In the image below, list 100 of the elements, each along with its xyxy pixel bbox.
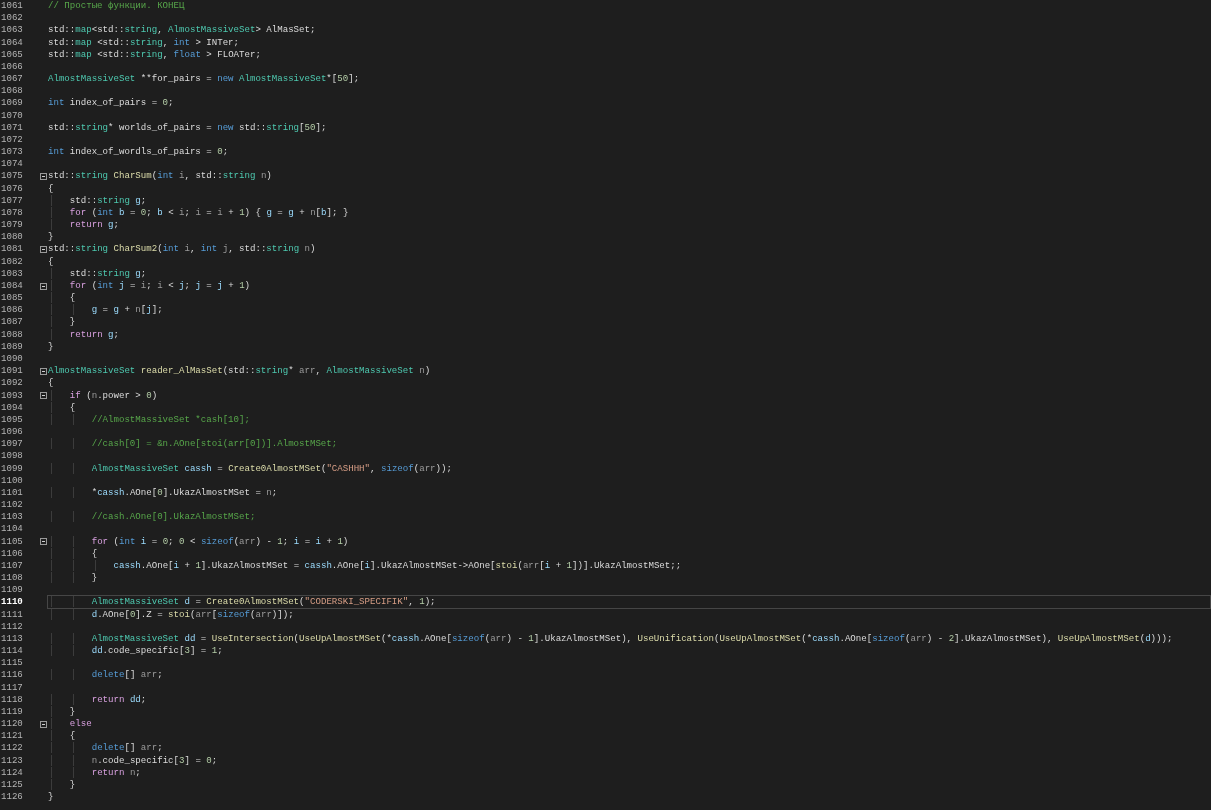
code-line: } — [47, 778, 1211, 792]
code-line: delete[] arr; — [47, 741, 1211, 755]
line-number: 1106 — [0, 547, 24, 560]
code-line: { — [47, 254, 55, 268]
code-line: else — [47, 717, 1211, 731]
line-number: 1115 — [0, 657, 24, 670]
line-number: 1071 — [0, 121, 24, 134]
code-line: std::string* worlds_of_pairs = new std::string[50]; — [47, 120, 328, 134]
code-line: { — [47, 181, 55, 195]
line-number: 1108 — [0, 572, 24, 585]
line-number: 1072 — [0, 133, 24, 147]
line-number: 1076 — [0, 182, 24, 195]
code-line: } — [47, 704, 1211, 719]
code-line: g = g + n[j]; — [47, 303, 1211, 317]
line-number: 1081 — [0, 243, 24, 256]
line-number: 1112 — [0, 620, 24, 633]
code-line: cassh.AOne[i + 1].UkazAlmostMSet = cassh.AOne[i].UkazAlmostMSet->AOne[stoi(arr[i + 1])].UkazAlmostMSet;; — [47, 558, 1211, 573]
code-line: } — [47, 230, 55, 244]
code-line: AlmostMassiveSet dd = UseIntersection(UseUpAlmostMSet(*cassh.AOne[sizeof(arr) - 1].UkazAlmostMSet), UseUnification(UseUpAlmostMSet(*cassh.AOne[sizeof(arr) - 2].UkazAlmostMSet), UseUpAlmostMSet(d))); — [47, 631, 1211, 646]
line-number: 1105 — [0, 535, 24, 548]
code-line: std::string g; — [47, 193, 1211, 207]
code-line: for (int j = i; i < j; j = j + 1) — [47, 278, 1211, 293]
line-number: 1085 — [0, 292, 24, 305]
line-number: 1123 — [0, 754, 24, 767]
line-number: 1067 — [0, 73, 24, 86]
code-line: dd.code_specific[3] = 1; — [47, 644, 1211, 658]
line-number: 1126 — [0, 791, 24, 804]
line-number: 1064 — [0, 36, 24, 49]
code-line: AlmostMassiveSet **for_pairs = new AlmostMassiveSet*[50]; — [47, 72, 361, 86]
line-number: 1098 — [0, 450, 24, 463]
line-number: 1097 — [0, 438, 24, 451]
code-line: { — [47, 729, 1211, 743]
code-line: AlmostMassiveSet cassh = Create0AlmostMSet("CASHHH", sizeof(arr)); — [47, 461, 1211, 475]
line-number: 1100 — [0, 474, 24, 487]
line-number: 1078 — [0, 206, 24, 220]
collapse-icon[interactable] — [40, 173, 47, 180]
line-number: 1066 — [0, 60, 24, 74]
line-number: 1096 — [0, 426, 24, 439]
code-line: // Простые функции. КОНЕЦ — [47, 0, 186, 13]
line-number: 1070 — [0, 109, 24, 122]
code-line: delete[] arr; — [47, 668, 1211, 682]
line-number: 1110 — [0, 596, 24, 609]
collapse-icon[interactable] — [40, 720, 47, 728]
code-line: int index_of_pairs = 0; — [47, 96, 175, 110]
line-number: 1069 — [0, 97, 24, 110]
line-number: 1074 — [0, 158, 24, 171]
line-number: 1079 — [0, 219, 24, 232]
code-line: return g; — [47, 327, 1211, 341]
code-line: for (int b = 0; b < i; i = i + 1) { g = g + n[b]; } — [47, 205, 1211, 220]
code-line: return g; — [47, 218, 1211, 232]
line-number: 1094 — [0, 401, 24, 414]
code-line: //cash.AOne[0].UkazAlmostMSet; — [47, 510, 1211, 524]
line-number: 1090 — [0, 353, 24, 366]
line-number: 1083 — [0, 267, 24, 280]
collapse-icon[interactable] — [40, 538, 47, 546]
code-line: n.code_specific[3] = 0; — [47, 753, 1211, 767]
code-line: AlmostMassiveSet reader_AlMasSet(std::string* arr, AlmostMassiveSet n) — [47, 364, 432, 378]
line-number: 1095 — [0, 413, 24, 426]
line-number: 1113 — [0, 632, 24, 646]
collapse-icon[interactable] — [40, 367, 47, 375]
line-number: 1063 — [0, 24, 24, 37]
line-number: 1082 — [0, 255, 24, 268]
line-number: 1087 — [0, 316, 24, 329]
code-line: int index_of_wordls_of_pairs = 0; — [47, 145, 230, 159]
line-number: 1111 — [0, 608, 24, 621]
code-line: } — [47, 315, 1211, 329]
code-line: //AlmostMassiveSet *cash[10]; — [47, 412, 1211, 426]
code-line: { — [47, 546, 1211, 560]
line-number: 1114 — [0, 645, 24, 658]
line-number: 1062 — [0, 12, 24, 25]
code-line: return dd; — [47, 692, 1211, 706]
line-number: 1116 — [0, 669, 24, 682]
code-line: //cash[0] = &n.AOne[stoi(arr[0])].AlmostMSet; — [47, 437, 1211, 451]
code-line: { — [47, 376, 55, 390]
line-number: 1101 — [0, 486, 24, 500]
line-number: 1091 — [0, 365, 24, 378]
line-number: 1086 — [0, 304, 24, 317]
collapse-icon[interactable] — [40, 392, 47, 400]
line-number: 1125 — [0, 779, 24, 792]
line-number: 1088 — [0, 328, 24, 341]
code-line: } — [47, 571, 1211, 585]
line-number: 1080 — [0, 231, 24, 244]
line-number: 1073 — [0, 146, 24, 159]
line-number: 1104 — [0, 523, 24, 536]
line-number: 1122 — [0, 742, 24, 755]
line-number: 1118 — [0, 693, 24, 706]
code-line: std::map<std::string, AlmostMassiveSet> AlMasSet; — [47, 23, 317, 37]
code-line: if (n.power > 0) — [47, 388, 1211, 402]
code-line: } — [47, 339, 55, 353]
line-number: 1109 — [0, 584, 24, 597]
collapse-icon[interactable] — [40, 282, 47, 290]
code-line: { — [47, 291, 1211, 305]
line-number: 1068 — [0, 85, 24, 98]
line-number: 1102 — [0, 499, 24, 512]
collapse-icon[interactable] — [40, 246, 47, 253]
code-line: std::string g; — [47, 266, 1211, 280]
line-number: 1065 — [0, 48, 24, 61]
code-line: d.AOne[0].Z = stoi(arr[sizeof(arr)]); — [47, 607, 1211, 621]
line-number: 1121 — [0, 730, 24, 743]
code-line: return n; — [47, 765, 1211, 779]
